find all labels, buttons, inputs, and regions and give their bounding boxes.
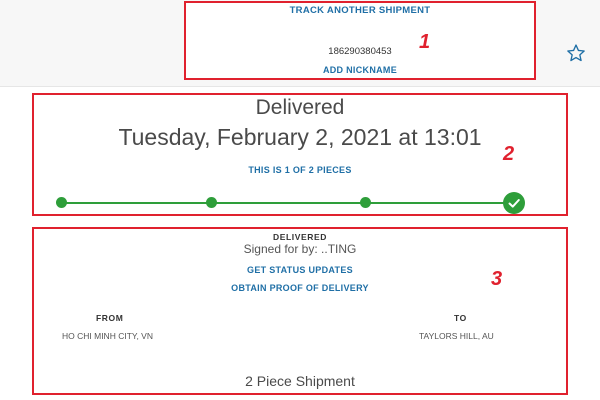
from-label: FROM — [96, 313, 124, 323]
progress-track — [60, 202, 516, 204]
signed-for-text: Signed for by: ..TING — [243, 242, 357, 256]
checkmark-icon — [508, 199, 520, 208]
annotation-number-3: 3 — [491, 268, 503, 290]
pieces-link[interactable]: THIS IS 1 OF 2 PIECES — [32, 165, 568, 175]
delivery-datetime: Tuesday, February 2, 2021 at 13:01 — [118, 124, 482, 150]
track-another-shipment-link[interactable]: TRACK ANOTHER SHIPMENT — [184, 5, 536, 16]
progress-step-dot — [56, 197, 67, 208]
star-icon[interactable] — [566, 43, 586, 63]
get-status-updates-link[interactable]: GET STATUS UPDATES — [32, 265, 568, 275]
to-location: TAYLORS HILL, AU — [419, 331, 494, 341]
proof-of-delivery-link[interactable]: OBTAIN PROOF OF DELIVERY — [32, 283, 568, 293]
shipment-summary: 2 Piece Shipment — [245, 373, 355, 389]
progress-step-dot — [360, 197, 371, 208]
progress-step-dot — [206, 197, 217, 208]
progress-complete-check — [503, 192, 525, 214]
from-location: HO CHI MINH CITY, VN — [62, 331, 153, 341]
divider — [0, 86, 600, 87]
to-label: TO — [454, 313, 467, 323]
delivery-status-title: Delivered — [255, 96, 345, 119]
delivered-label: DELIVERED — [272, 232, 328, 242]
annotation-number-1: 1 — [419, 31, 431, 53]
tracking-number: 186290380453 — [328, 46, 392, 57]
add-nickname-link[interactable]: ADD NICKNAME — [184, 65, 536, 75]
annotation-number-2: 2 — [503, 143, 515, 165]
